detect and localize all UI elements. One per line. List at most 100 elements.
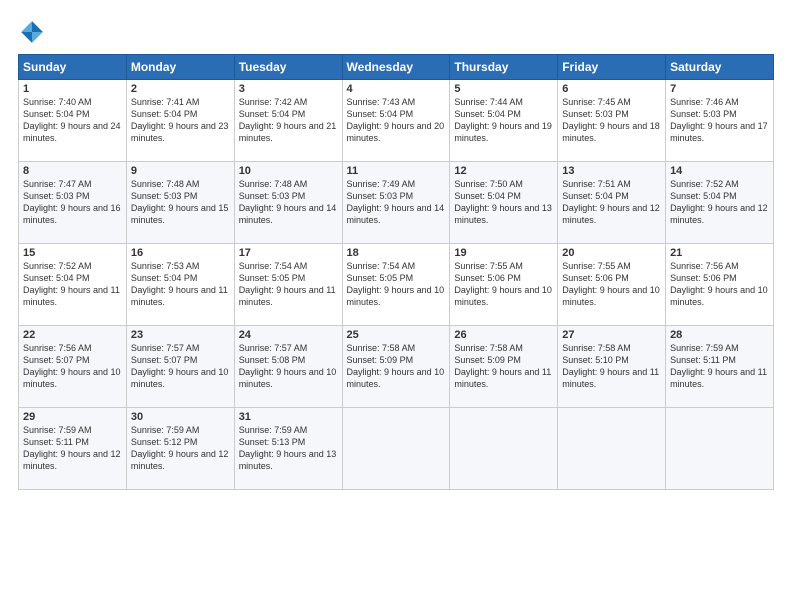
calendar-cell: 25Sunrise: 7:58 AM Sunset: 5:09 PM Dayli…: [342, 326, 450, 408]
day-info: Sunrise: 7:56 AM Sunset: 5:07 PM Dayligh…: [23, 342, 122, 391]
day-number: 15: [23, 247, 122, 259]
day-number: 8: [23, 165, 122, 177]
day-number: 18: [347, 247, 446, 259]
calendar-cell: 12Sunrise: 7:50 AM Sunset: 5:04 PM Dayli…: [450, 162, 558, 244]
day-number: 11: [347, 165, 446, 177]
day-number: 3: [239, 83, 338, 95]
day-number: 30: [131, 411, 230, 423]
header: [18, 18, 774, 46]
calendar-cell: 14Sunrise: 7:52 AM Sunset: 5:04 PM Dayli…: [666, 162, 774, 244]
day-info: Sunrise: 7:54 AM Sunset: 5:05 PM Dayligh…: [239, 260, 338, 309]
calendar-cell: 10Sunrise: 7:48 AM Sunset: 5:03 PM Dayli…: [234, 162, 342, 244]
day-info: Sunrise: 7:59 AM Sunset: 5:12 PM Dayligh…: [131, 424, 230, 473]
day-info: Sunrise: 7:42 AM Sunset: 5:04 PM Dayligh…: [239, 96, 338, 145]
day-number: 9: [131, 165, 230, 177]
day-number: 31: [239, 411, 338, 423]
day-info: Sunrise: 7:59 AM Sunset: 5:13 PM Dayligh…: [239, 424, 338, 473]
weekday-header-wednesday: Wednesday: [342, 55, 450, 80]
calendar-cell: 17Sunrise: 7:54 AM Sunset: 5:05 PM Dayli…: [234, 244, 342, 326]
calendar-cell: [342, 408, 450, 490]
calendar-cell: 16Sunrise: 7:53 AM Sunset: 5:04 PM Dayli…: [126, 244, 234, 326]
day-info: Sunrise: 7:57 AM Sunset: 5:07 PM Dayligh…: [131, 342, 230, 391]
calendar-cell: 8Sunrise: 7:47 AM Sunset: 5:03 PM Daylig…: [19, 162, 127, 244]
day-info: Sunrise: 7:44 AM Sunset: 5:04 PM Dayligh…: [454, 96, 553, 145]
day-info: Sunrise: 7:58 AM Sunset: 5:09 PM Dayligh…: [454, 342, 553, 391]
calendar-cell: 15Sunrise: 7:52 AM Sunset: 5:04 PM Dayli…: [19, 244, 127, 326]
day-info: Sunrise: 7:54 AM Sunset: 5:05 PM Dayligh…: [347, 260, 446, 309]
calendar-cell: 11Sunrise: 7:49 AM Sunset: 5:03 PM Dayli…: [342, 162, 450, 244]
logo-icon: [18, 18, 46, 46]
logo: [18, 18, 50, 46]
calendar-cell: 19Sunrise: 7:55 AM Sunset: 5:06 PM Dayli…: [450, 244, 558, 326]
day-info: Sunrise: 7:50 AM Sunset: 5:04 PM Dayligh…: [454, 178, 553, 227]
day-number: 1: [23, 83, 122, 95]
day-info: Sunrise: 7:48 AM Sunset: 5:03 PM Dayligh…: [239, 178, 338, 227]
day-info: Sunrise: 7:49 AM Sunset: 5:03 PM Dayligh…: [347, 178, 446, 227]
day-info: Sunrise: 7:48 AM Sunset: 5:03 PM Dayligh…: [131, 178, 230, 227]
day-number: 19: [454, 247, 553, 259]
day-number: 14: [670, 165, 769, 177]
weekday-header-sunday: Sunday: [19, 55, 127, 80]
day-number: 26: [454, 329, 553, 341]
day-number: 6: [562, 83, 661, 95]
calendar-cell: 20Sunrise: 7:55 AM Sunset: 5:06 PM Dayli…: [558, 244, 666, 326]
day-info: Sunrise: 7:55 AM Sunset: 5:06 PM Dayligh…: [454, 260, 553, 309]
day-number: 5: [454, 83, 553, 95]
calendar-cell: [450, 408, 558, 490]
day-number: 13: [562, 165, 661, 177]
day-info: Sunrise: 7:58 AM Sunset: 5:09 PM Dayligh…: [347, 342, 446, 391]
calendar-cell: 6Sunrise: 7:45 AM Sunset: 5:03 PM Daylig…: [558, 80, 666, 162]
calendar-cell: 18Sunrise: 7:54 AM Sunset: 5:05 PM Dayli…: [342, 244, 450, 326]
day-number: 7: [670, 83, 769, 95]
calendar-cell: 31Sunrise: 7:59 AM Sunset: 5:13 PM Dayli…: [234, 408, 342, 490]
calendar-cell: 4Sunrise: 7:43 AM Sunset: 5:04 PM Daylig…: [342, 80, 450, 162]
day-info: Sunrise: 7:55 AM Sunset: 5:06 PM Dayligh…: [562, 260, 661, 309]
day-info: Sunrise: 7:51 AM Sunset: 5:04 PM Dayligh…: [562, 178, 661, 227]
day-info: Sunrise: 7:59 AM Sunset: 5:11 PM Dayligh…: [670, 342, 769, 391]
calendar-cell: 9Sunrise: 7:48 AM Sunset: 5:03 PM Daylig…: [126, 162, 234, 244]
calendar-cell: 30Sunrise: 7:59 AM Sunset: 5:12 PM Dayli…: [126, 408, 234, 490]
calendar-cell: 29Sunrise: 7:59 AM Sunset: 5:11 PM Dayli…: [19, 408, 127, 490]
calendar-cell: 28Sunrise: 7:59 AM Sunset: 5:11 PM Dayli…: [666, 326, 774, 408]
day-info: Sunrise: 7:53 AM Sunset: 5:04 PM Dayligh…: [131, 260, 230, 309]
day-number: 24: [239, 329, 338, 341]
weekday-header-tuesday: Tuesday: [234, 55, 342, 80]
day-number: 10: [239, 165, 338, 177]
calendar-cell: 22Sunrise: 7:56 AM Sunset: 5:07 PM Dayli…: [19, 326, 127, 408]
day-info: Sunrise: 7:57 AM Sunset: 5:08 PM Dayligh…: [239, 342, 338, 391]
day-number: 22: [23, 329, 122, 341]
day-number: 20: [562, 247, 661, 259]
day-info: Sunrise: 7:40 AM Sunset: 5:04 PM Dayligh…: [23, 96, 122, 145]
day-info: Sunrise: 7:58 AM Sunset: 5:10 PM Dayligh…: [562, 342, 661, 391]
calendar-cell: 13Sunrise: 7:51 AM Sunset: 5:04 PM Dayli…: [558, 162, 666, 244]
calendar-page: SundayMondayTuesdayWednesdayThursdayFrid…: [0, 0, 792, 612]
day-info: Sunrise: 7:43 AM Sunset: 5:04 PM Dayligh…: [347, 96, 446, 145]
calendar-cell: 5Sunrise: 7:44 AM Sunset: 5:04 PM Daylig…: [450, 80, 558, 162]
day-number: 29: [23, 411, 122, 423]
day-info: Sunrise: 7:45 AM Sunset: 5:03 PM Dayligh…: [562, 96, 661, 145]
day-number: 23: [131, 329, 230, 341]
day-info: Sunrise: 7:59 AM Sunset: 5:11 PM Dayligh…: [23, 424, 122, 473]
calendar-cell: 27Sunrise: 7:58 AM Sunset: 5:10 PM Dayli…: [558, 326, 666, 408]
calendar-cell: 3Sunrise: 7:42 AM Sunset: 5:04 PM Daylig…: [234, 80, 342, 162]
day-info: Sunrise: 7:41 AM Sunset: 5:04 PM Dayligh…: [131, 96, 230, 145]
day-info: Sunrise: 7:56 AM Sunset: 5:06 PM Dayligh…: [670, 260, 769, 309]
calendar-cell: 7Sunrise: 7:46 AM Sunset: 5:03 PM Daylig…: [666, 80, 774, 162]
day-number: 4: [347, 83, 446, 95]
day-number: 16: [131, 247, 230, 259]
calendar-cell: [558, 408, 666, 490]
calendar-cell: 23Sunrise: 7:57 AM Sunset: 5:07 PM Dayli…: [126, 326, 234, 408]
calendar-cell: 21Sunrise: 7:56 AM Sunset: 5:06 PM Dayli…: [666, 244, 774, 326]
calendar-cell: 2Sunrise: 7:41 AM Sunset: 5:04 PM Daylig…: [126, 80, 234, 162]
calendar-cell: [666, 408, 774, 490]
day-info: Sunrise: 7:47 AM Sunset: 5:03 PM Dayligh…: [23, 178, 122, 227]
calendar-table: SundayMondayTuesdayWednesdayThursdayFrid…: [18, 54, 774, 490]
day-number: 12: [454, 165, 553, 177]
weekday-header-saturday: Saturday: [666, 55, 774, 80]
day-info: Sunrise: 7:46 AM Sunset: 5:03 PM Dayligh…: [670, 96, 769, 145]
calendar-cell: 1Sunrise: 7:40 AM Sunset: 5:04 PM Daylig…: [19, 80, 127, 162]
weekday-header-thursday: Thursday: [450, 55, 558, 80]
day-number: 2: [131, 83, 230, 95]
weekday-header-monday: Monday: [126, 55, 234, 80]
day-number: 28: [670, 329, 769, 341]
